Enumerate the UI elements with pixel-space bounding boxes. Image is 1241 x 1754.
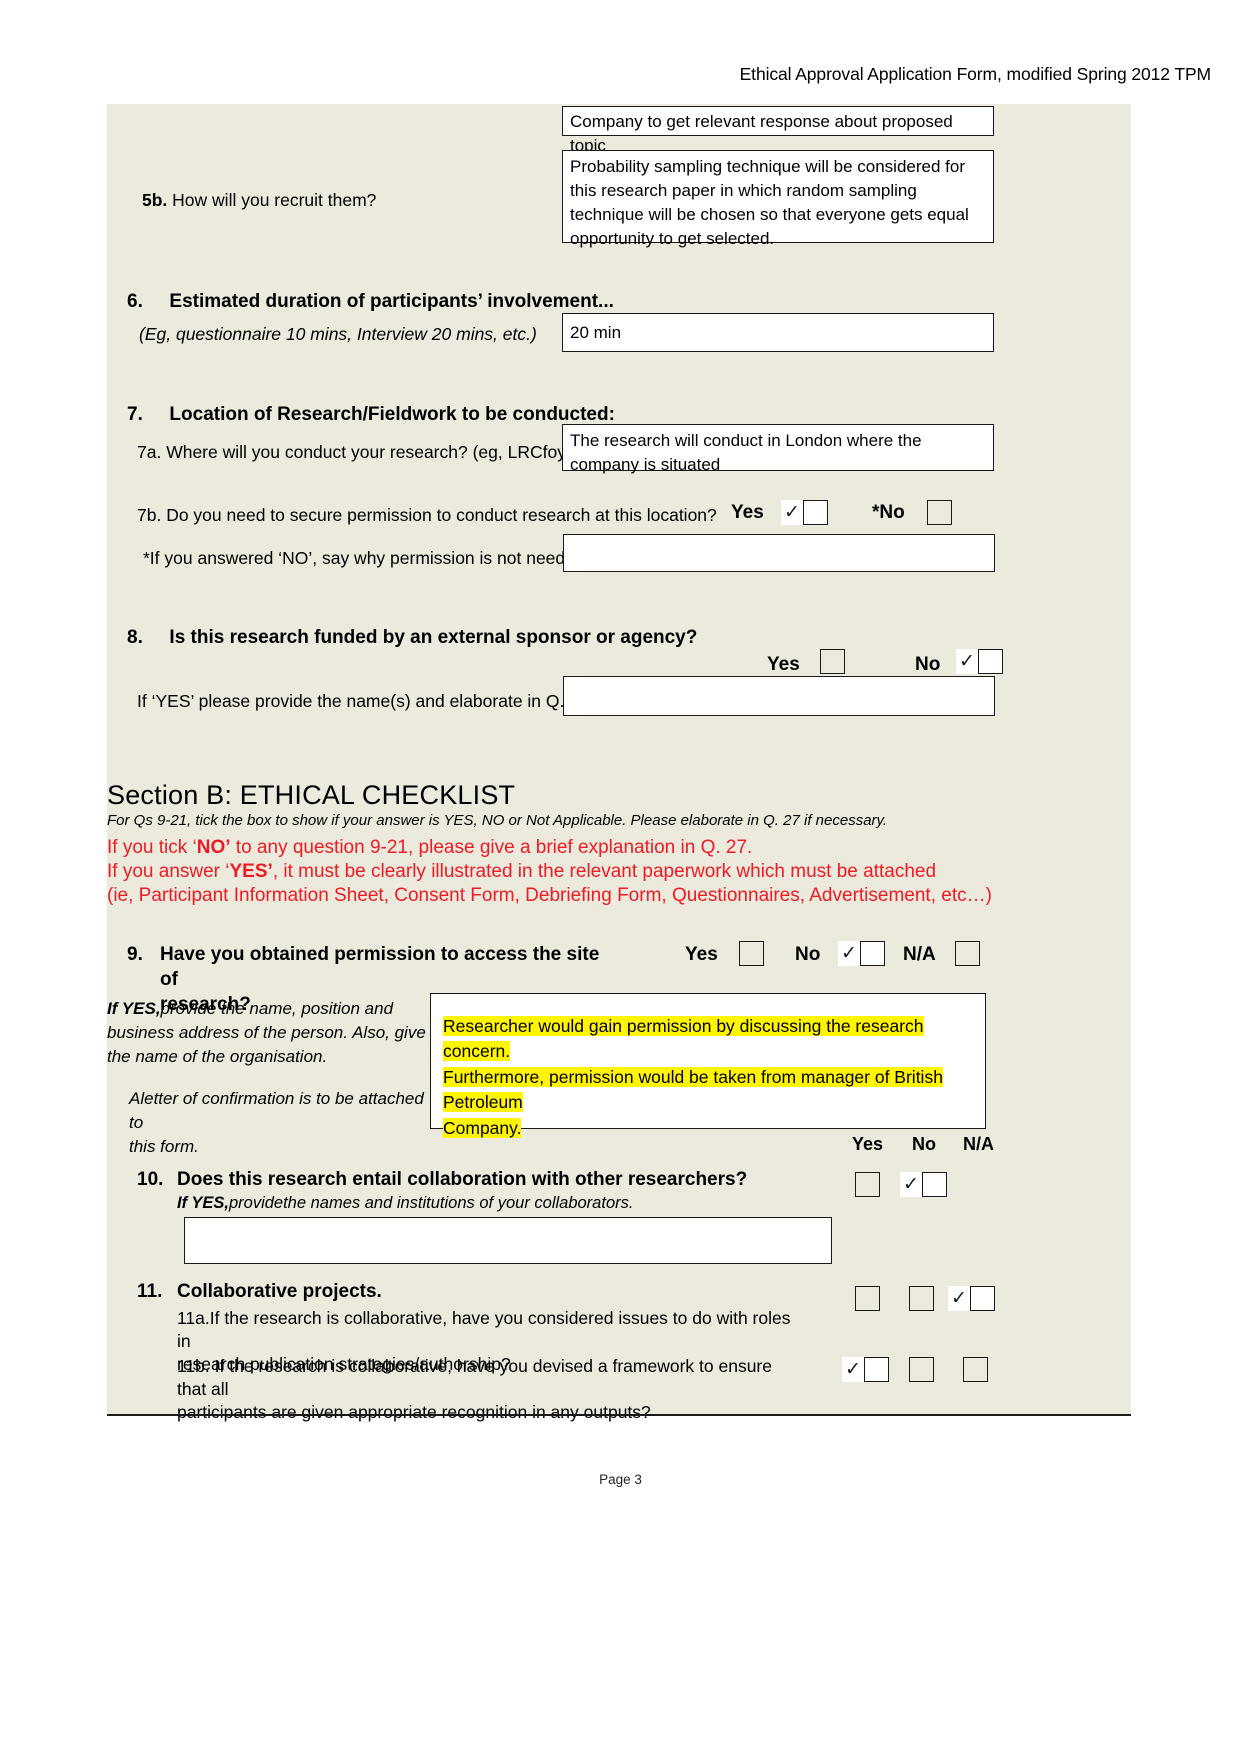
q9-side-note-line4: Aletter of confirmation is to be attache… bbox=[129, 1089, 424, 1133]
column-header-yes: Yes bbox=[852, 1134, 884, 1154]
q7-permission-note-label: *If you answered ‘NO’, say why permissio… bbox=[143, 548, 590, 568]
q10-no-check-icon: ✓ bbox=[900, 1172, 922, 1197]
q9-yes-checkbox[interactable] bbox=[739, 941, 764, 966]
q9-answer-line1: Researcher would gain permission by disc… bbox=[443, 1016, 924, 1062]
q9-side-note-line2: business address of the person. Also, gi… bbox=[107, 1023, 426, 1043]
q5b-number: 5b. bbox=[142, 190, 168, 210]
red-2-suffix: , it must be clearly illustrated in the … bbox=[272, 861, 937, 882]
q9-yes-label: Yes bbox=[685, 944, 718, 965]
q11-title: Collaborative projects. bbox=[177, 1281, 382, 1302]
red-1-prefix: If you tick ‘ bbox=[107, 837, 197, 858]
document-header: Ethical Approval Application Form, modif… bbox=[739, 64, 1211, 84]
q8-title: 8. Is this research funded by an externa… bbox=[127, 625, 697, 650]
q7-number: 7. bbox=[127, 404, 143, 425]
q11a-na-checkbox[interactable] bbox=[970, 1286, 995, 1311]
q11a-no-checkbox[interactable] bbox=[909, 1286, 934, 1311]
section-b-title: Section B: ETHICAL CHECKLIST bbox=[107, 780, 516, 810]
q11-number: 11. bbox=[137, 1281, 163, 1302]
q11b-yes-checkbox[interactable] bbox=[864, 1357, 889, 1382]
q7-title-text: Location of Research/Fieldwork to be con… bbox=[169, 404, 615, 425]
q8-no-check-icon: ✓ bbox=[956, 649, 978, 674]
q6-answer-box[interactable]: 20 min bbox=[562, 313, 994, 352]
page-footer: Page 3 bbox=[599, 1472, 642, 1487]
q11b-na-checkbox[interactable] bbox=[963, 1357, 988, 1382]
q11b-text: 11b. If the research is collaborative, h… bbox=[177, 1355, 797, 1424]
q6-hint: (Eg, questionnaire 10 mins, Interview 20… bbox=[139, 324, 537, 344]
q9-answer-line3: Company. bbox=[443, 1117, 522, 1138]
q10-no-checkbox[interactable] bbox=[922, 1172, 947, 1197]
q5a-carryover-answer-box[interactable]: Company to get relevant response about p… bbox=[562, 106, 994, 155]
q7-permission-note-box[interactable] bbox=[563, 534, 995, 572]
q9-number: 9. bbox=[127, 944, 143, 965]
section-b-red-line-2: If you answer ‘YES’, it must be clearly … bbox=[107, 859, 936, 884]
q8-title-text: Is this research funded by an external s… bbox=[169, 627, 698, 648]
q10-yes-checkbox[interactable] bbox=[855, 1172, 880, 1197]
q7b-yes-label: Yes bbox=[731, 502, 764, 523]
q11b-line1: 11b. If the research is collaborative, h… bbox=[177, 1356, 772, 1400]
q10-number: 10. bbox=[137, 1169, 164, 1190]
red-1-no: NO’ bbox=[196, 837, 231, 858]
q11b-yes-check-icon: ✓ bbox=[842, 1357, 864, 1382]
q6-title: 6. Estimated duration of participants’ i… bbox=[127, 289, 614, 314]
section-b-red-line-3: (ie, Participant Information Sheet, Cons… bbox=[107, 885, 992, 906]
q7a-label: 7a. Where will you conduct your research… bbox=[137, 442, 588, 462]
red-2-yes: YES’ bbox=[229, 861, 273, 882]
q7b-yes-checkbox[interactable] bbox=[803, 500, 828, 525]
q8-no-checkbox[interactable] bbox=[978, 649, 1003, 674]
q5b-text: How will you recruit them? bbox=[172, 190, 377, 210]
q6-title-text: Estimated duration of participants’ invo… bbox=[169, 291, 614, 312]
q8-followup-label: If ‘YES’ please provide the name(s) and … bbox=[137, 691, 589, 711]
q9-no-label: No bbox=[795, 944, 821, 965]
q11a-yes-checkbox[interactable] bbox=[855, 1286, 880, 1311]
section-b-red-line-1: If you tick ‘NO’ to any question 9-21, p… bbox=[107, 835, 752, 860]
q7a-answer-box[interactable]: The research will conduct in London wher… bbox=[562, 424, 994, 474]
q10-hint-rest: providethe names and institutions of you… bbox=[228, 1194, 634, 1212]
q5b-label: 5b. How will you recruit them? bbox=[142, 189, 376, 212]
q9-side-note-line5: this form. bbox=[129, 1137, 199, 1157]
q7b-no-label: *No bbox=[872, 502, 905, 523]
q9-side-note-line3: the name of the organisation. bbox=[107, 1047, 328, 1067]
q8-yes-label: Yes bbox=[767, 654, 800, 675]
q9-answer-box[interactable]: Researcher would gain permission by disc… bbox=[430, 993, 986, 1138]
q7b-no-checkbox[interactable] bbox=[927, 500, 952, 525]
q9-title-line1: Have you obtained permission to access t… bbox=[160, 944, 600, 991]
q11a-na-check-icon: ✓ bbox=[948, 1286, 970, 1311]
q8-number: 8. bbox=[127, 627, 143, 648]
q8-followup-box[interactable] bbox=[563, 676, 995, 716]
q9-na-label: N/A bbox=[903, 944, 936, 965]
q5b-answer-box[interactable]: Probability sampling technique will be c… bbox=[562, 150, 994, 248]
q9-answer-line2: Furthermore, permission would be taken f… bbox=[443, 1066, 943, 1113]
q10-answer-box[interactable] bbox=[184, 1217, 832, 1264]
q8-no-label: No bbox=[915, 654, 941, 675]
red-1-suffix: to any question 9-21, please give a brie… bbox=[230, 837, 753, 858]
q9-no-check-icon: ✓ bbox=[838, 941, 860, 966]
q7-title: 7. Location of Research/Fieldwork to be … bbox=[127, 402, 615, 427]
q7b-label: 7b. Do you need to secure permission to … bbox=[137, 505, 717, 525]
q7b-yes-check-icon: ✓ bbox=[781, 500, 803, 525]
q9-na-checkbox[interactable] bbox=[955, 941, 980, 966]
q11b-line2: participants are given appropriate recog… bbox=[177, 1402, 651, 1423]
form-page-body: Company to get relevant response about p… bbox=[107, 104, 1131, 1422]
q9-side-note-attach: Aletter of confirmation is to be attache… bbox=[129, 1087, 429, 1159]
q10-title: Does this research entail collaboration … bbox=[177, 1169, 748, 1190]
q6-number: 6. bbox=[127, 291, 143, 312]
q10-hint-bold: If YES, bbox=[177, 1194, 229, 1212]
column-header-na: N/A bbox=[963, 1134, 994, 1154]
q11b-no-checkbox[interactable] bbox=[909, 1357, 934, 1382]
q8-yes-checkbox[interactable] bbox=[820, 649, 845, 674]
q9-side-note: If YES,provide the name, position and bu… bbox=[107, 997, 427, 1069]
red-2-prefix: If you answer ‘ bbox=[107, 861, 230, 882]
q9-no-checkbox[interactable] bbox=[860, 941, 885, 966]
q10-hint: If YES,providethe names and institutions… bbox=[177, 1193, 633, 1215]
q9-side-note-bold: If YES, bbox=[107, 999, 161, 1018]
q11a-line1: 11a.If the research is collaborative, ha… bbox=[177, 1308, 791, 1352]
column-header-no: No bbox=[912, 1134, 936, 1154]
section-b-subtitle: For Qs 9-21, tick the box to show if you… bbox=[107, 812, 888, 829]
q9-side-note-line1: provide the name, position and bbox=[160, 999, 394, 1018]
